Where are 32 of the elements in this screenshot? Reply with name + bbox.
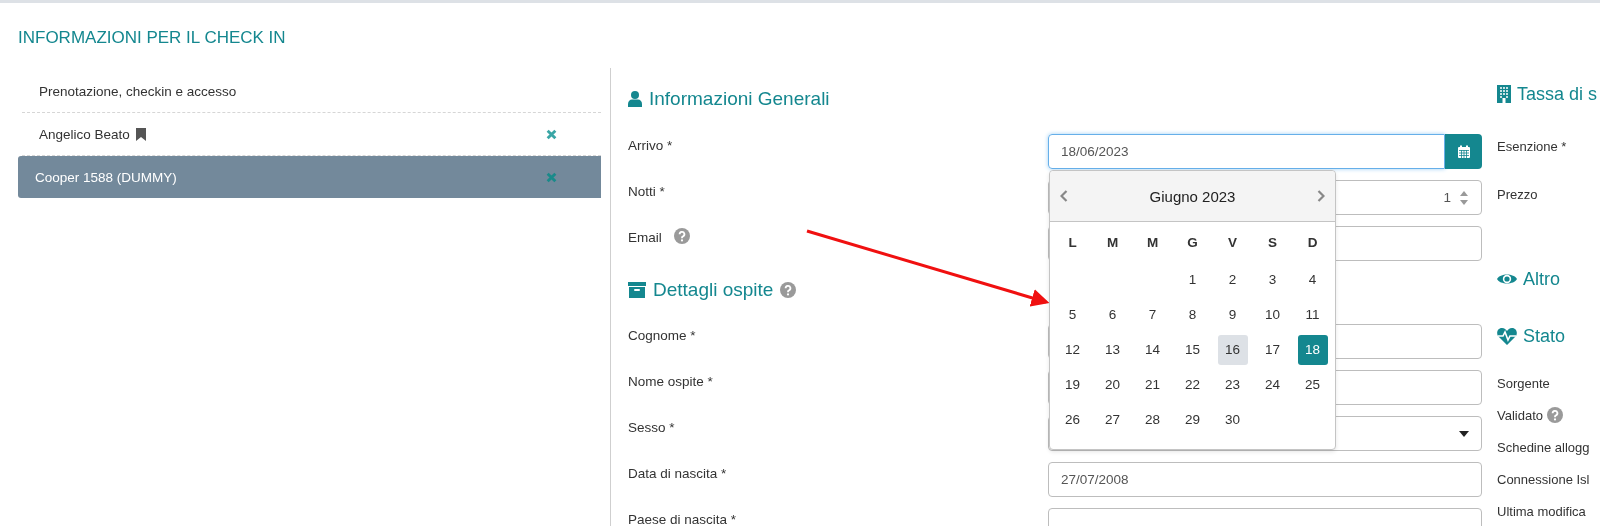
section-heading: Dettagli ospite bbox=[653, 279, 774, 301]
section-heading: Tassa di s bbox=[1517, 83, 1598, 105]
field-label: Nome ospite * bbox=[628, 373, 713, 391]
field-label: Validato bbox=[1497, 407, 1543, 423]
weekday-label: G bbox=[1186, 233, 1199, 252]
field-label: Cognome * bbox=[628, 327, 696, 345]
field-label: Ultima modifica bbox=[1497, 503, 1586, 519]
field-label: Prezzo bbox=[1497, 187, 1538, 202]
field-value: 27/07/2008 bbox=[1061, 472, 1129, 487]
weekday-label: L bbox=[1067, 233, 1078, 252]
field-value: 1 bbox=[1443, 190, 1451, 205]
field-label: Esenzione * bbox=[1497, 139, 1567, 154]
section-heading: Informazioni Generali bbox=[649, 88, 830, 110]
weekday-label: S bbox=[1267, 233, 1278, 252]
field-label: Sesso * bbox=[628, 419, 675, 437]
field-value: 18/06/2023 bbox=[1061, 144, 1129, 159]
field-label: Sorgente bbox=[1497, 375, 1550, 391]
page-title: INFORMAZIONI PER IL CHECK IN bbox=[17, 27, 287, 49]
section-heading: Altro bbox=[1523, 268, 1560, 290]
weekday-label: D bbox=[1306, 233, 1319, 252]
field-label: Notti * bbox=[628, 183, 665, 201]
field-label: Arrivo * bbox=[628, 137, 673, 155]
month-title: Giugno 2023 bbox=[1149, 187, 1236, 205]
field-label: Connessione Isl bbox=[1497, 471, 1590, 487]
field-label: Email bbox=[628, 229, 662, 247]
weekday-label: M bbox=[1145, 233, 1160, 252]
field-label: Data di nascita * bbox=[628, 465, 727, 483]
weekday-label: M bbox=[1105, 233, 1120, 252]
field-label: Schedine allogg bbox=[1497, 439, 1590, 455]
section-heading: Stato bbox=[1523, 325, 1566, 347]
field-label: Paese di nascita * bbox=[628, 511, 737, 526]
weekday-label: V bbox=[1227, 233, 1238, 252]
